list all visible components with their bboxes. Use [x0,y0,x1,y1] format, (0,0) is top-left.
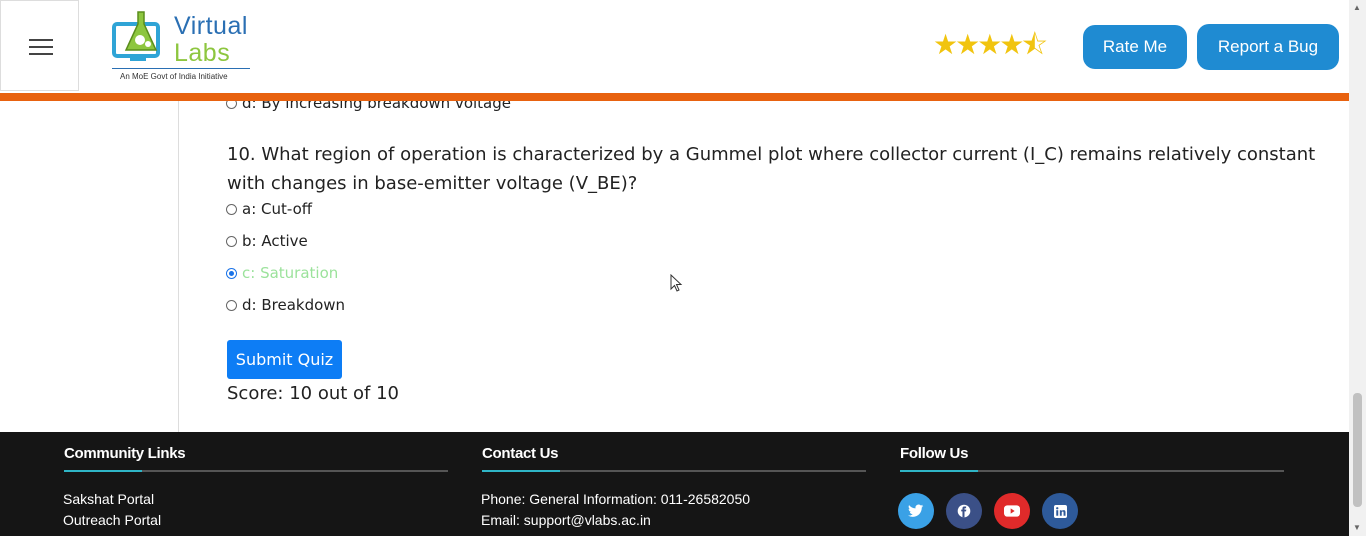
rating-stars: ★★★★⯪ [933,29,1048,60]
footer-heading: Follow Us [900,445,969,462]
header-accent-bar [0,93,1349,101]
contact-email[interactable]: Email: support@vlabs.ac.in [481,512,651,528]
scroll-up-arrow-icon[interactable]: ▲ [1353,3,1361,12]
hamburger-menu-button[interactable] [0,0,79,91]
option-b[interactable]: b: Active [226,232,308,250]
scroll-down-arrow-icon[interactable]: ▼ [1353,523,1361,532]
page-footer: Community Links Sakshat Portal Outreach … [0,432,1349,549]
question-text: 10. What region of operation is characte… [227,144,1316,194]
vertical-scrollbar[interactable]: ▲ ▼ [1349,0,1366,536]
menu-bar-icon [29,53,53,55]
logo-text-labs: Labs [174,39,231,67]
score-text: Score: 10 out of 10 [227,383,400,404]
radio-button[interactable] [226,235,237,247]
footer-link-faq[interactable]: FAQ: Virtual Labs [63,533,172,549]
radio-button[interactable] [226,203,237,215]
footer-heading: Community Links [64,445,186,462]
submit-quiz-button[interactable]: Submit Quiz [227,340,342,379]
footer-heading: Contact Us [482,445,559,462]
rate-me-button[interactable]: Rate Me [1083,25,1187,69]
option-label: b: Active [242,232,308,250]
report-bug-button[interactable]: Report a Bug [1197,24,1339,70]
logo-text-virtual: Virtual [174,12,248,40]
footer-divider [64,470,448,472]
option-label: c: Saturation [242,264,339,282]
mouse-cursor-icon [670,274,683,292]
footer-divider [900,470,1284,472]
linkedin-icon[interactable] [1042,493,1078,529]
footer-divider [482,470,866,472]
option-label: a: Cut-off [242,200,313,218]
youtube-icon[interactable] [994,493,1030,529]
menu-bar-icon [29,46,53,48]
facebook-icon[interactable] [946,493,982,529]
menu-bar-icon [29,39,53,41]
radio-button-selected[interactable] [226,267,237,279]
option-a[interactable]: a: Cut-off [226,200,312,218]
virtual-labs-logo[interactable]: Virtual Labs An MoE Govt of India Initia… [110,8,260,86]
flask-logo-icon [112,11,160,61]
radio-button[interactable] [226,299,237,311]
option-label: d: Breakdown [242,296,346,314]
twitter-icon[interactable] [898,493,934,529]
scrollbar-thumb[interactable] [1353,393,1362,507]
footer-link-sakshat[interactable]: Sakshat Portal [63,491,154,507]
sidebar-column [0,101,179,432]
option-d[interactable]: d: Breakdown [226,296,345,314]
logo-tagline: An MoE Govt of India Initiative [120,72,228,81]
contact-phone: Phone: General Information: 011-26582050 [481,491,751,507]
footer-link-outreach[interactable]: Outreach Portal [63,512,161,528]
logo-divider [112,68,250,69]
option-c[interactable]: c: Saturation [226,264,338,282]
top-header: Virtual Labs An MoE Govt of India Initia… [0,0,1349,93]
